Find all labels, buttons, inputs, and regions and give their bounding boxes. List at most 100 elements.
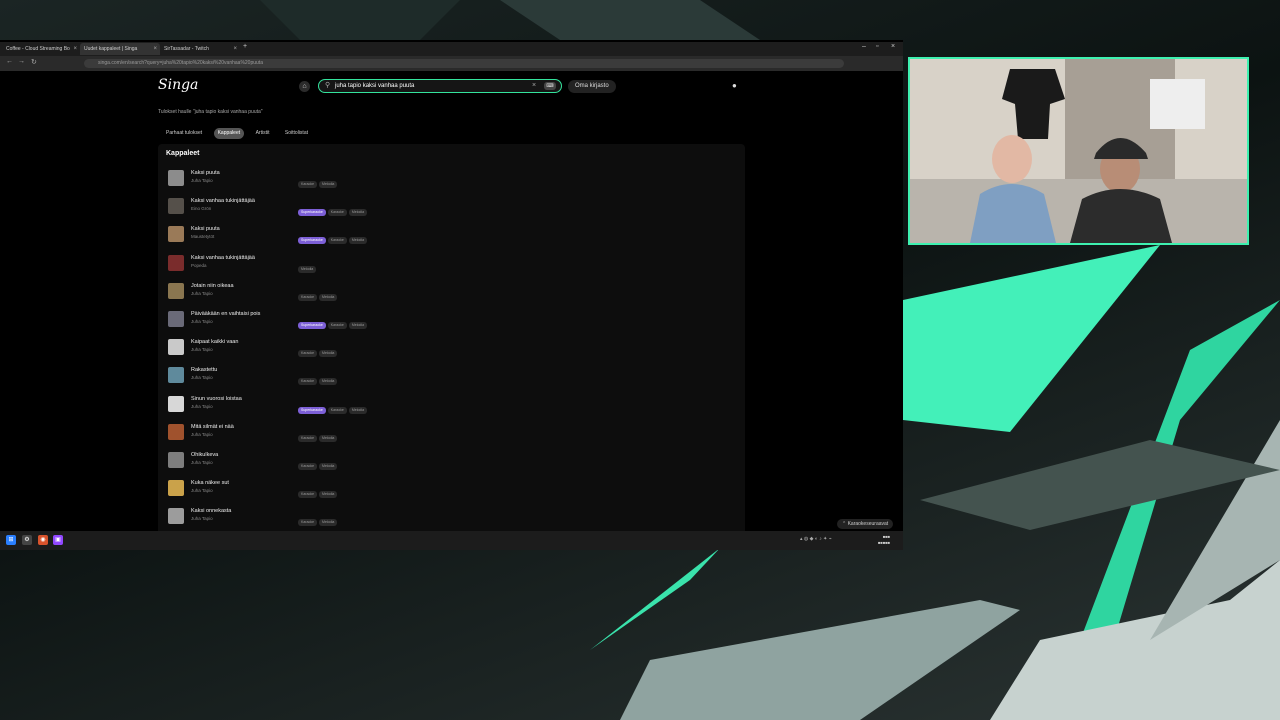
- song-cover-image: [168, 226, 184, 243]
- back-icon[interactable]: ←: [6, 58, 13, 65]
- singa-logo[interactable]: Singa: [158, 77, 198, 93]
- song-cover-image: [168, 170, 184, 186]
- browser-tab-bar: Coffee - Cloud Streaming Bo × Uudet kappa…: [0, 42, 903, 56]
- minimize-icon[interactable]: –: [862, 43, 866, 50]
- song-row[interactable]: Kuka näkee sut Juha Tapio Karaoke Melodia: [168, 476, 738, 504]
- song-title[interactable]: Sinun vuorosi loistaa: [191, 396, 242, 402]
- song-tag-badge: Melodia: [298, 265, 317, 273]
- song-artist[interactable]: Maustetytöt: [191, 234, 214, 239]
- home-icon[interactable]: ⌂: [299, 81, 310, 92]
- reload-icon[interactable]: ↻: [31, 58, 37, 66]
- browser-tab[interactable]: Coffee - Cloud Streaming Bo ×: [2, 43, 80, 55]
- twitch-icon[interactable]: ▣: [53, 535, 63, 545]
- song-tags: Superkaraoke Karaoke Melodia: [298, 200, 369, 218]
- user-icon[interactable]: ●: [732, 81, 737, 90]
- song-tag-badge: Superkaraoke: [298, 237, 326, 245]
- song-tag-badge: Melodia: [348, 321, 368, 329]
- windows-icon[interactable]: ⊞: [6, 535, 16, 545]
- song-title[interactable]: Kaksi puuta: [191, 170, 220, 176]
- song-row[interactable]: Kaksi vanhaa tukinjättäjää Popeda Melodia: [168, 251, 738, 279]
- song-tag-badge: Karaoke: [298, 293, 318, 301]
- keyboard-icon[interactable]: ⌨: [544, 82, 556, 90]
- song-row[interactable]: Ohikulkeva Juha Tapio Karaoke Melodia: [168, 448, 738, 476]
- song-tag-badge: Melodia: [319, 181, 338, 188]
- song-artist[interactable]: Juha Tapio: [191, 488, 213, 493]
- song-artist[interactable]: Juha Tapio: [191, 516, 213, 521]
- settings-icon[interactable]: ⚙: [22, 535, 32, 545]
- song-title[interactable]: Päivääkään en vaihtaisi pois: [191, 311, 260, 317]
- song-title[interactable]: Rakastettu: [191, 367, 217, 373]
- url-input[interactable]: singa.com/en/search?query=juha%20tapio%2…: [84, 59, 844, 68]
- song-artist[interactable]: Juha Tapio: [191, 460, 213, 465]
- forward-icon[interactable]: →: [18, 58, 25, 65]
- song-row[interactable]: Kaipaat kaikki vaan Juha Tapio Karaoke Melo…: [168, 335, 738, 363]
- close-window-icon[interactable]: ×: [891, 43, 895, 50]
- song-artist[interactable]: Popeda: [191, 263, 207, 268]
- browser-icon[interactable]: ◉: [38, 535, 48, 545]
- song-title[interactable]: Kaksi puuta: [191, 226, 220, 232]
- song-artist[interactable]: Juha Tapio: [191, 375, 213, 380]
- song-title[interactable]: Kaksi vanhaa tukinjättäjää: [191, 198, 255, 204]
- song-title[interactable]: Jotain niin oikeaa: [191, 283, 234, 289]
- browser-tab[interactable]: Uudet kappaleet | Singa ×: [80, 43, 160, 55]
- tab-artists[interactable]: Artistit: [252, 128, 274, 139]
- clear-search-icon[interactable]: ×: [532, 80, 536, 92]
- song-title[interactable]: Kaksi vanhaa tukinjättäjää: [191, 255, 255, 261]
- song-row[interactable]: Mitä silmät ei nää Juha Tapio Karaoke Melod…: [168, 420, 738, 448]
- karaoke-queue-button[interactable]: ⌃ Karaokeseuraavat: [837, 519, 894, 529]
- webcam-image: [910, 59, 1247, 243]
- song-row[interactable]: Rakastettu Juha Tapio Karaoke Melodia: [168, 363, 738, 391]
- section-title: Kappaleet: [166, 150, 200, 157]
- song-list: Kaksi puuta Juha Tapio Karaoke Melodia Kaksi…: [168, 166, 738, 532]
- song-tag-badge: Melodia: [348, 406, 368, 414]
- search-input[interactable]: juha tapio kaksi vanhaa puuta: [335, 80, 414, 92]
- song-title[interactable]: Ohikulkeva: [191, 452, 218, 458]
- song-artist[interactable]: Eino Grön: [191, 206, 211, 211]
- song-tag-badge: Karaoke: [298, 462, 318, 470]
- song-cover-image: [168, 310, 184, 327]
- search-bar[interactable]: ⚲ juha tapio kaksi vanhaa puuta × ⌨: [318, 79, 562, 93]
- maximize-icon[interactable]: ▫: [876, 43, 878, 50]
- system-tray[interactable]: ▴ ◍ ◆ ◐ ♪ ✦ ⌁: [800, 536, 832, 542]
- song-cover-image: [168, 367, 184, 384]
- close-icon[interactable]: ×: [153, 43, 157, 55]
- song-row[interactable]: Jotain niin oikeaa Juha Tapio Karaoke Melod…: [168, 279, 738, 307]
- song-row[interactable]: Sinun vuorosi loistaa Juha Tapio Superkara…: [168, 392, 738, 420]
- song-row[interactable]: Päivääkään en vaihtaisi pois Juha Tapio Su…: [168, 307, 738, 335]
- song-title[interactable]: Mitä silmät ei nää: [191, 424, 234, 430]
- song-row[interactable]: Kaksi puuta Juha Tapio Karaoke Melodia: [168, 166, 738, 194]
- song-tags: Karaoke Melodia: [298, 369, 339, 387]
- song-tags: Melodia: [298, 257, 318, 275]
- song-artist[interactable]: Juha Tapio: [191, 347, 213, 352]
- song-row[interactable]: Kaksi onnekasta Juha Tapio Karaoke Melodia: [168, 504, 738, 532]
- captured-desktop: Coffee - Cloud Streaming Bo × Uudet kappa…: [0, 40, 903, 550]
- song-title[interactable]: Kaksi onnekasta: [191, 508, 231, 514]
- song-cover-image: [168, 198, 184, 215]
- song-artist[interactable]: Juha Tapio: [191, 178, 213, 183]
- song-row[interactable]: Kaksi puuta Maustetytöt Superkaraoke Karaok…: [168, 222, 738, 250]
- close-icon[interactable]: ×: [233, 43, 237, 55]
- song-artist[interactable]: Juha Tapio: [191, 291, 213, 296]
- song-tag-badge: Karaoke: [327, 406, 347, 414]
- my-library-button[interactable]: Oma kirjasto: [568, 80, 616, 93]
- new-tab-icon[interactable]: +: [243, 43, 247, 50]
- song-tags: Karaoke Melodia: [298, 426, 339, 444]
- song-tag-badge: Karaoke: [298, 181, 318, 188]
- song-cover-image: [168, 339, 184, 356]
- song-cover-image: [168, 254, 184, 271]
- tab-playlists[interactable]: Soittolistat: [281, 128, 312, 139]
- close-icon[interactable]: ×: [73, 43, 77, 55]
- song-tag-badge: Melodia: [319, 350, 338, 358]
- song-artist[interactable]: Juha Tapio: [191, 432, 213, 437]
- song-title[interactable]: Kaipaat kaikki vaan: [191, 339, 238, 345]
- song-artist[interactable]: Juha Tapio: [191, 319, 213, 324]
- song-artist[interactable]: Juha Tapio: [191, 404, 213, 409]
- song-tag-badge: Superkaraoke: [298, 406, 326, 414]
- song-row[interactable]: Kaksi vanhaa tukinjättäjää Eino Grön Super…: [168, 194, 738, 222]
- tab-songs[interactable]: Kappaleet: [213, 128, 245, 139]
- song-title[interactable]: Kuka näkee sut: [191, 480, 229, 486]
- browser-tab[interactable]: SirTassadar - Twitch ×: [160, 43, 240, 55]
- clock[interactable]: ■■■ ■■■■■: [878, 534, 890, 546]
- tab-best-results[interactable]: Parhaat tulokset: [162, 128, 206, 139]
- song-tag-badge: Melodia: [348, 209, 368, 217]
